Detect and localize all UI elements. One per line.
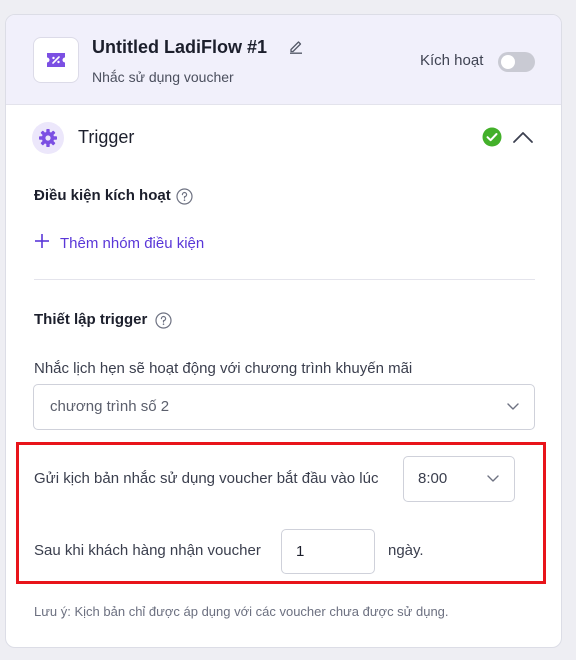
toggle-knob	[501, 55, 515, 69]
activate-label: Kích hoạt	[420, 52, 484, 69]
gear-icon	[32, 122, 64, 154]
trigger-title: Trigger	[78, 127, 135, 147]
program-label: Nhắc lịch hẹn sẽ hoạt động với chương tr…	[34, 360, 413, 377]
check-circle-icon	[482, 127, 502, 152]
question-circle-icon[interactable]	[176, 188, 193, 210]
program-select-value: chương trình số 2	[50, 398, 170, 415]
voucher-ticket-icon	[33, 37, 79, 83]
flow-title: Untitled LadiFlow #1	[92, 37, 268, 57]
highlight-box	[16, 442, 546, 584]
chevron-up-icon[interactable]	[512, 128, 534, 151]
flow-subtitle: Nhắc sử dụng voucher	[92, 69, 234, 85]
chevron-down-icon	[506, 399, 520, 418]
activate-toggle[interactable]	[498, 52, 535, 72]
flow-header: Untitled LadiFlow #1 Nhắc sử dụng vouche…	[6, 15, 561, 105]
add-condition-group-label: Thêm nhóm điều kiện	[60, 234, 205, 252]
flow-card: Untitled LadiFlow #1 Nhắc sử dụng vouche…	[5, 14, 562, 648]
trigger-setup-label: Thiết lập trigger	[34, 311, 148, 328]
add-condition-group-button[interactable]: Thêm nhóm điều kiện	[34, 233, 204, 253]
note-text: Lưu ý: Kịch bản chỉ được áp dụng với các…	[34, 604, 449, 619]
plus-icon	[34, 233, 50, 253]
pencil-icon[interactable]	[288, 38, 304, 59]
section-divider	[34, 279, 535, 280]
program-select[interactable]: chương trình số 2	[33, 384, 535, 430]
condition-label: Điều kiện kích hoạt	[34, 187, 171, 204]
question-circle-icon[interactable]	[155, 312, 172, 334]
